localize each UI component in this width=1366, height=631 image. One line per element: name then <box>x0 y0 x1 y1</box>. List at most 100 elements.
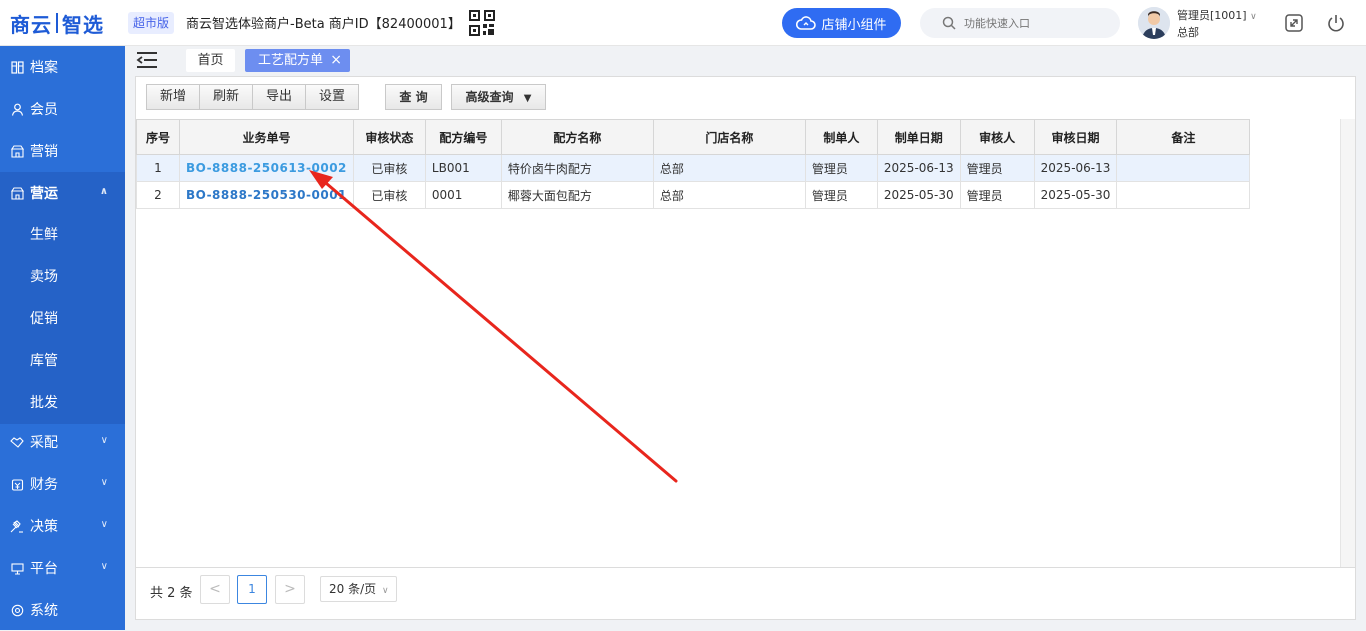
recipe-table: 序号 业务单号 审核状态 配方编号 配方名称 门店名称 制单人 制单日期 审核人… <box>136 119 1251 209</box>
column-header[interactable]: 审核日期 <box>1033 119 1118 155</box>
app-logo[interactable]: 商云 智选 <box>10 9 104 37</box>
page-size-select[interactable]: 20 条/页 ∨ <box>320 576 397 602</box>
store-icon <box>10 186 24 200</box>
advanced-query-button[interactable]: 高级查询 ▼ <box>451 84 546 110</box>
cell-store-name: 总部 <box>652 181 806 209</box>
export-button[interactable]: 导出 <box>252 84 307 110</box>
column-header[interactable]: 序号 <box>136 119 180 155</box>
sidebar-subitem-inventory[interactable]: 库管 <box>0 340 125 382</box>
close-icon[interactable]: × <box>330 49 342 72</box>
cell-remark <box>1116 181 1251 209</box>
sidebar-item-decision[interactable]: 决策 ∨ <box>0 505 125 547</box>
top-header: 商云 智选 超市版 商云智选体验商户-Beta 商户ID【82400001】 店… <box>0 0 1366 46</box>
edition-badge: 超市版 <box>128 12 175 34</box>
column-header[interactable]: 制单人 <box>804 119 878 155</box>
user-menu[interactable]: 管理员[1001] ∨ 总部 <box>1177 8 1257 40</box>
column-header[interactable]: 制单日期 <box>876 119 961 155</box>
sidebar-subitem-wholesale[interactable]: 批发 <box>0 382 125 424</box>
sidebar-item-label: 财务 <box>30 477 58 493</box>
sidebar: 档案 会员 营销 营运 ∧ 生鲜 卖场 促销 库管 批发 采配 ∨ 财务 ∨ 决… <box>0 46 125 630</box>
table-row[interactable]: 2 BO-8888-250530-0001 已审核 0001 椰蓉大面包配方 总… <box>136 181 1251 209</box>
cell-remark <box>1116 154 1251 182</box>
table-row[interactable]: 1 BO-8888-250613-0002 已审核 LB001 特价卤牛肉配方 … <box>136 154 1251 182</box>
power-icon[interactable] <box>1326 13 1346 33</box>
total-count: 共 2 条 <box>150 586 193 601</box>
user-icon <box>10 102 24 116</box>
sidebar-item-label: 系统 <box>30 603 58 619</box>
toolbar: 新增 刷新 导出 设置 <box>146 84 360 110</box>
chevron-down-icon: ∨ <box>100 561 108 572</box>
caret-down-icon: ▼ <box>523 93 532 104</box>
logo-text-right: 智选 <box>62 12 104 37</box>
user-name: 管理员[1001] <box>1177 9 1247 22</box>
cell-create-date: 2025-06-13 <box>876 154 961 182</box>
sidebar-subitem-promotion[interactable]: 促销 <box>0 298 125 340</box>
chevron-down-icon: ∨ <box>100 519 108 530</box>
column-header[interactable]: 业务单号 <box>179 119 354 155</box>
page-number-button[interactable]: 1 <box>237 575 267 604</box>
cell-order-link[interactable]: BO-8888-250613-0002 <box>179 154 354 182</box>
cell-review-date: 2025-05-30 <box>1033 181 1118 209</box>
cell-reviewer: 管理员 <box>959 154 1035 182</box>
avatar[interactable] <box>1138 7 1170 39</box>
sidebar-item-purchase[interactable]: 采配 ∨ <box>0 421 125 463</box>
tab-bar: 首页 工艺配方单 × <box>125 46 1366 76</box>
cell-recipe-name: 特价卤牛肉配方 <box>500 154 654 182</box>
chevron-down-icon: ∨ <box>100 435 108 446</box>
column-header[interactable]: 备注 <box>1116 119 1251 155</box>
sidebar-item-label: 营运 <box>30 186 58 202</box>
sidebar-subitem-floor[interactable]: 卖场 <box>0 256 125 298</box>
settings-button[interactable]: 设置 <box>305 84 360 110</box>
merchant-info: 商云智选体验商户-Beta 商户ID【82400001】 <box>186 17 461 32</box>
gavel-icon <box>10 519 24 533</box>
sidebar-item-system[interactable]: 系统 <box>0 589 125 631</box>
fullscreen-icon[interactable] <box>1284 13 1304 33</box>
chevron-up-icon: ∧ <box>99 186 108 197</box>
add-button[interactable]: 新增 <box>146 84 201 110</box>
cell-recipe-name: 椰蓉大面包配方 <box>500 181 654 209</box>
tab-home[interactable]: 首页 <box>186 49 235 72</box>
next-page-button[interactable]: > <box>275 575 305 604</box>
sidebar-item-label: 营销 <box>30 144 58 160</box>
column-header[interactable]: 配方名称 <box>500 119 654 155</box>
sidebar-item-archive[interactable]: 档案 <box>0 46 125 88</box>
cell-index: 1 <box>136 154 180 182</box>
cell-status: 已审核 <box>352 181 426 209</box>
qr-code-icon[interactable] <box>469 10 495 36</box>
avatar-image <box>1138 7 1170 39</box>
sidebar-item-platform[interactable]: 平台 ∨ <box>0 547 125 589</box>
tab-recipe-order[interactable]: 工艺配方单 × <box>245 49 350 72</box>
user-org: 总部 <box>1177 26 1199 39</box>
cell-status: 已审核 <box>352 154 426 182</box>
cell-index: 2 <box>136 181 180 209</box>
column-header[interactable]: 门店名称 <box>652 119 806 155</box>
search-input[interactable] <box>964 16 1104 30</box>
sidebar-item-finance[interactable]: 财务 ∨ <box>0 463 125 505</box>
chevron-down-icon: ∨ <box>1250 12 1257 22</box>
menu-collapse-icon[interactable] <box>136 51 158 69</box>
refresh-button[interactable]: 刷新 <box>199 84 254 110</box>
cell-create-date: 2025-05-30 <box>876 181 961 209</box>
prev-page-button[interactable]: < <box>200 575 230 604</box>
page-size-value: 20 条/页 <box>329 582 377 596</box>
query-button[interactable]: 查 询 <box>385 84 442 110</box>
sidebar-item-operation[interactable]: 营运 ∧ <box>0 172 125 214</box>
logo-text-left: 商云 <box>10 12 52 37</box>
main-panel: 新增 刷新 导出 设置 查 询 高级查询 ▼ 序号 业务单号 审核状态 配方编号… <box>135 76 1356 620</box>
quick-search[interactable] <box>920 8 1120 38</box>
monitor-icon <box>10 561 24 575</box>
cell-reviewer: 管理员 <box>959 181 1035 209</box>
search-icon <box>942 16 956 30</box>
cell-review-date: 2025-06-13 <box>1033 154 1118 182</box>
vertical-scrollbar[interactable] <box>1340 119 1355 567</box>
store-widget-button[interactable]: 店铺小组件 <box>782 8 901 38</box>
sidebar-subitem-fresh[interactable]: 生鲜 <box>0 214 125 256</box>
column-header[interactable]: 审核状态 <box>352 119 426 155</box>
data-grid: 序号 业务单号 审核状态 配方编号 配方名称 门店名称 制单人 制单日期 审核人… <box>136 119 1341 209</box>
column-header[interactable]: 审核人 <box>959 119 1035 155</box>
sidebar-item-member[interactable]: 会员 <box>0 88 125 130</box>
column-header[interactable]: 配方编号 <box>424 119 502 155</box>
cell-order-link[interactable]: BO-8888-250530-0001 <box>179 181 354 209</box>
sidebar-item-marketing[interactable]: 营销 <box>0 130 125 172</box>
cell-recipe-code: LB001 <box>424 154 502 182</box>
